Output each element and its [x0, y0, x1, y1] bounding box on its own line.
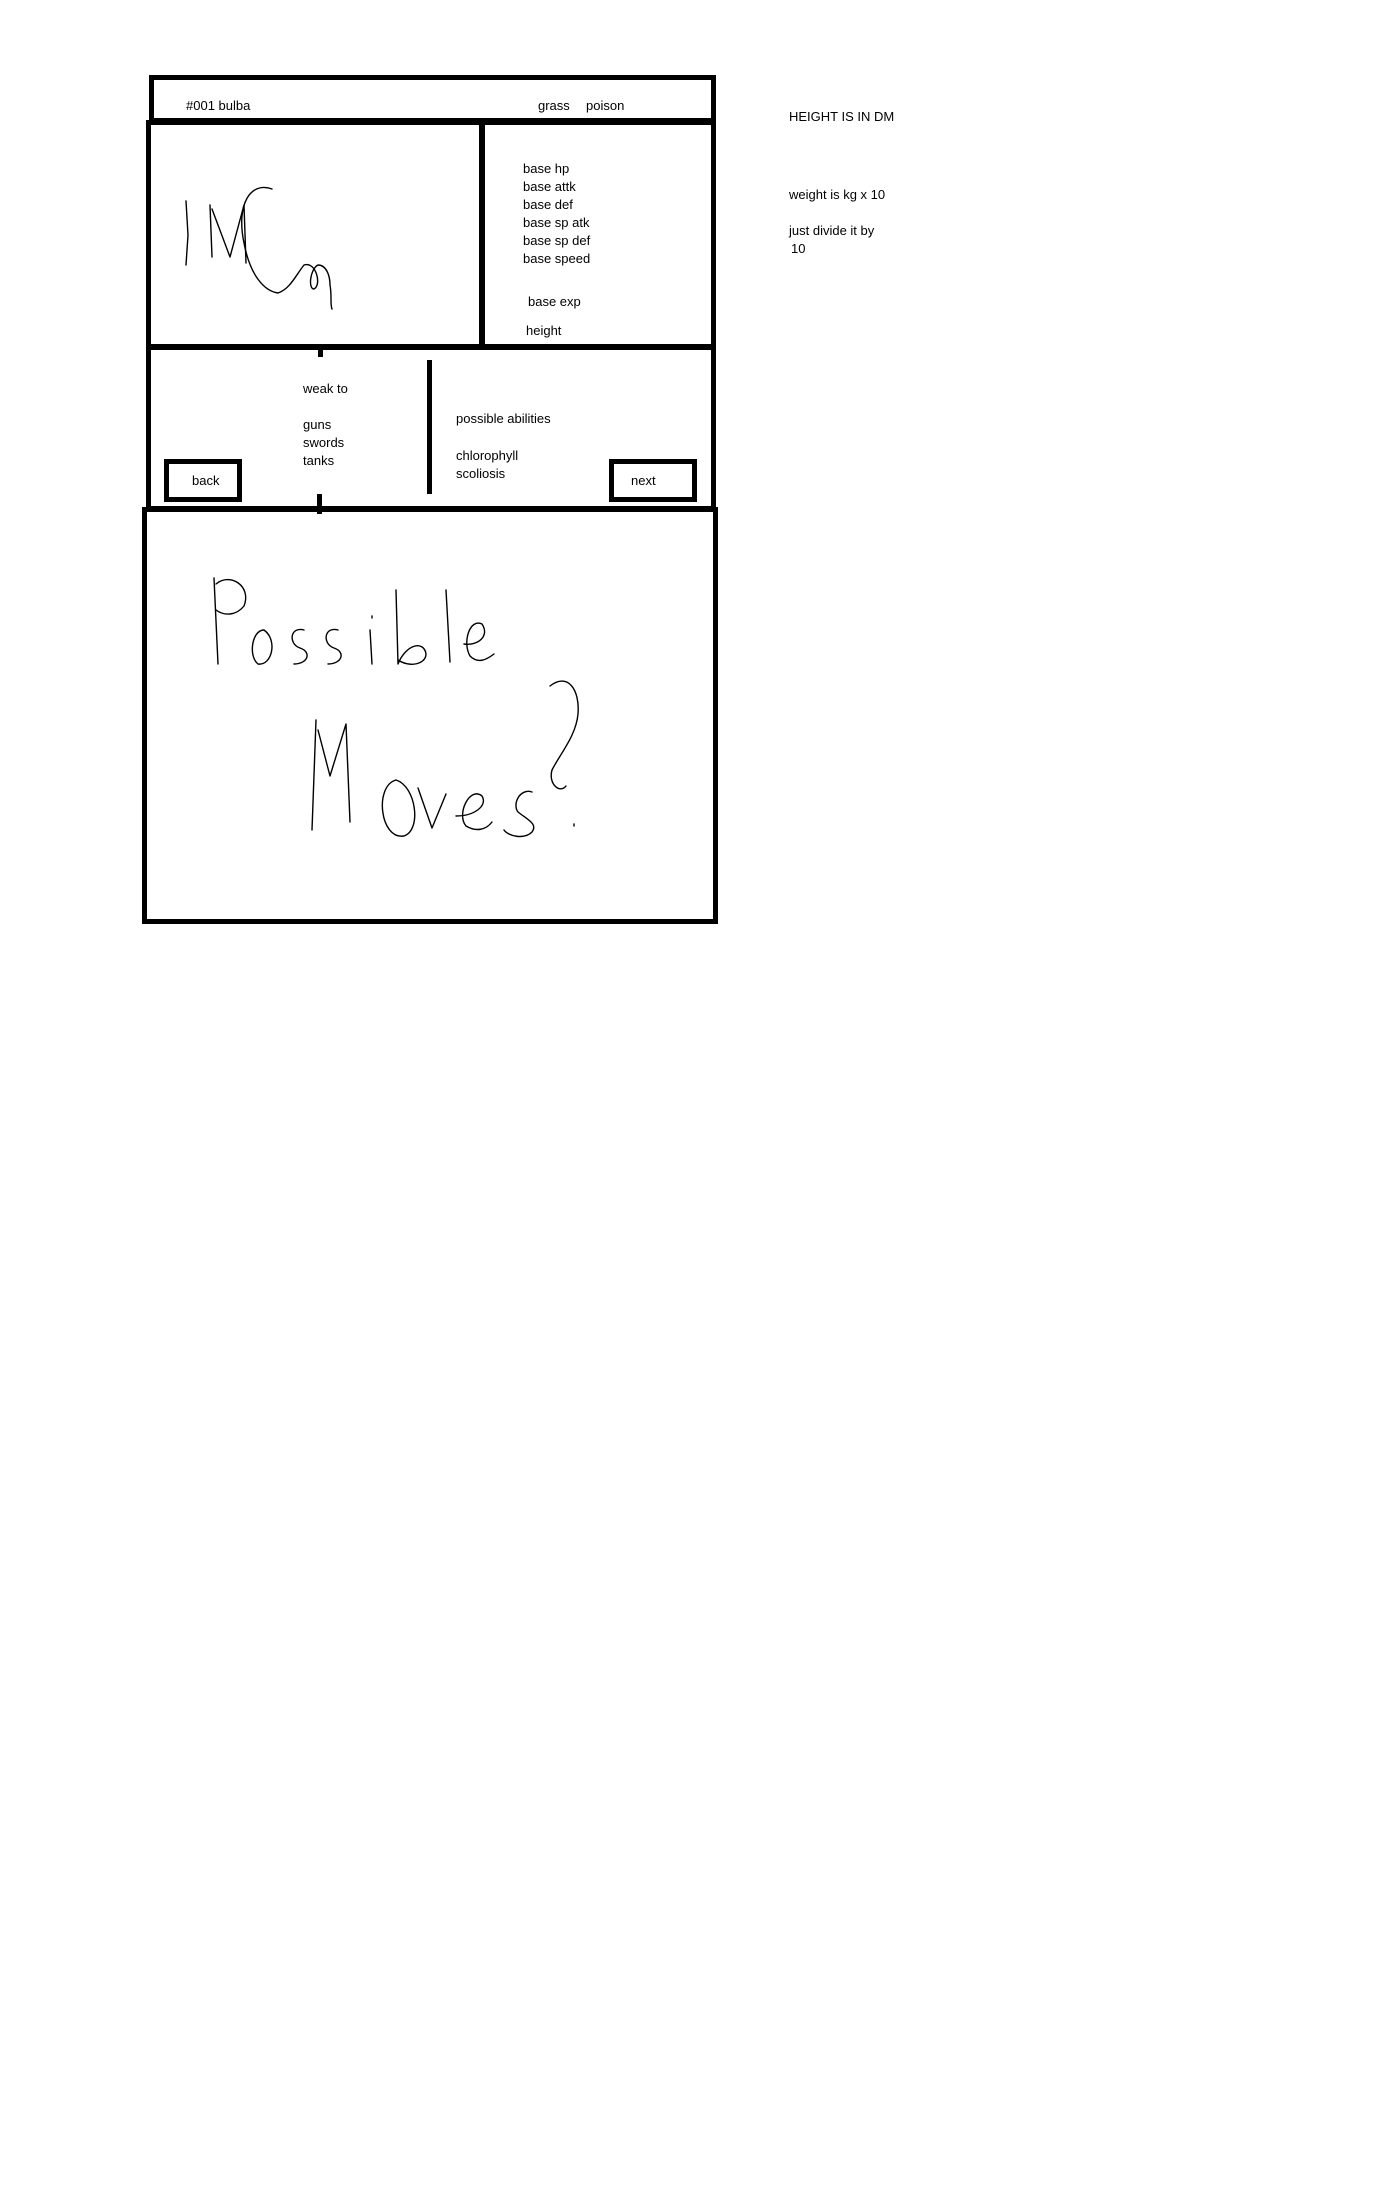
height-label: height — [526, 323, 562, 338]
type-grass-label: grass — [538, 98, 570, 113]
stat-sp-def: base sp def — [523, 233, 591, 248]
type-poison-label: poison — [586, 98, 625, 113]
height-unit-note: HEIGHT IS IN DM — [789, 109, 895, 124]
next-button[interactable]: next — [609, 459, 697, 502]
stat-defense: base def — [523, 197, 573, 212]
stats-list: base hp base attk base def base sp atk b… — [523, 160, 590, 268]
weakness-item: tanks — [303, 453, 335, 468]
moves-placeholder-sketch — [213, 577, 579, 838]
abilities-heading: possible abilities — [456, 411, 551, 426]
stat-sp-atk: base sp atk — [523, 215, 590, 230]
middle-divider-dashed-top — [318, 345, 323, 357]
middle-divider — [427, 360, 432, 494]
weakness-item: swords — [303, 435, 345, 450]
ability-item: scoliosis — [456, 466, 506, 481]
base-exp-label: base exp — [528, 294, 581, 309]
ability-item: chlorophyll — [456, 448, 519, 463]
abilities-list: chlorophyll scoliosis — [456, 447, 518, 483]
weakness-item: guns — [303, 417, 332, 432]
weak-to-heading: weak to — [303, 381, 348, 396]
back-button[interactable]: back — [164, 459, 242, 502]
weakness-list: guns swords tanks — [303, 416, 344, 470]
stats-panel — [480, 120, 716, 349]
img-placeholder-sketch — [185, 186, 333, 310]
stat-attack: base attk — [523, 179, 576, 194]
stat-hp: base hp — [523, 161, 570, 176]
stat-speed: base speed — [523, 251, 591, 266]
weight-unit-note: weight is kg x 10 — [789, 187, 886, 202]
divide-note-line2: 10 — [791, 241, 806, 256]
pokemon-name-label: #001 bulba — [186, 98, 251, 113]
divide-note-line1: just divide it by — [789, 223, 875, 238]
